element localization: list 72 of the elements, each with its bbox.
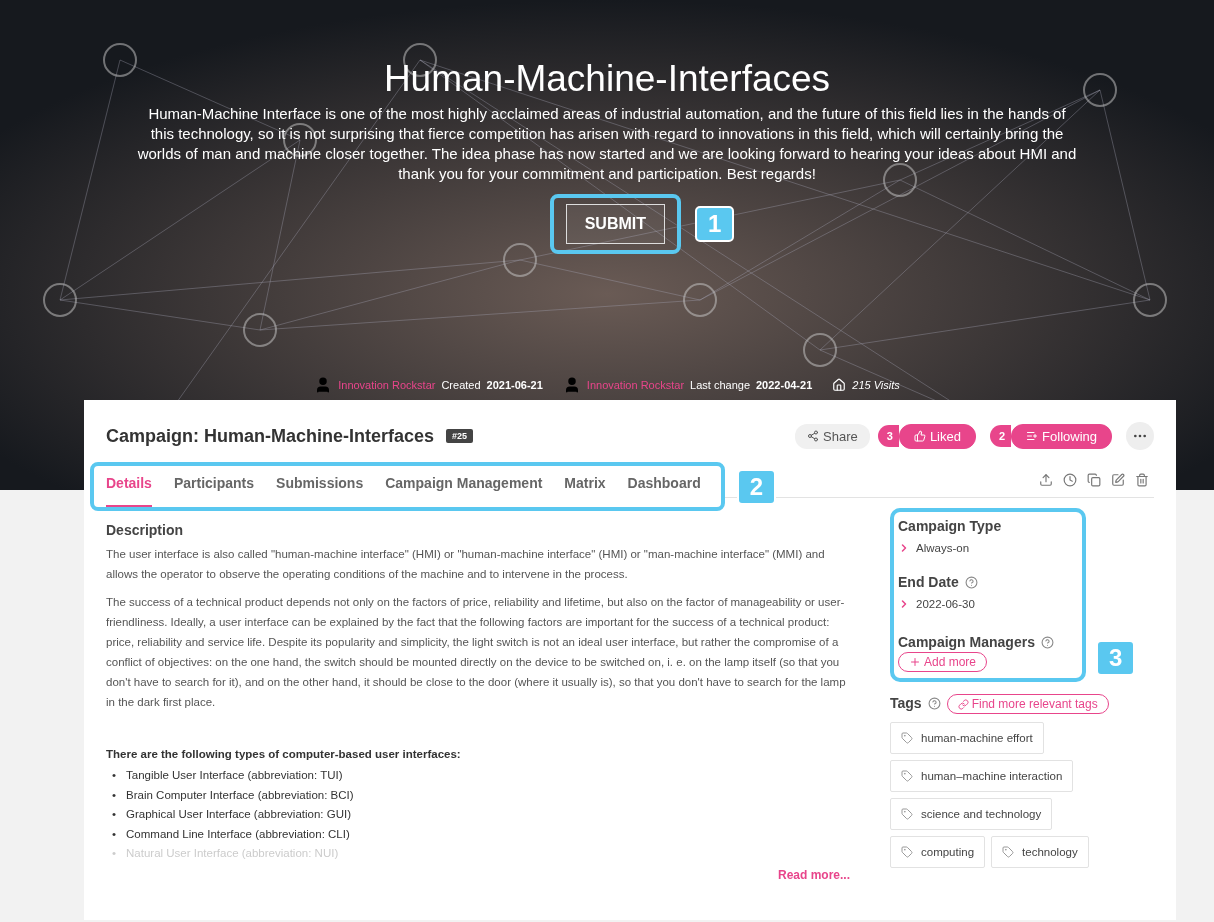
tag-chip[interactable]: human–machine interaction (890, 760, 1074, 792)
tab[interactable]: Dashboard (627, 466, 701, 507)
bullet: • (112, 787, 117, 803)
paragraph: The user interface is also called "human-machine interface" (HMI) or "human-machine interface" (HMI) or "man-machine interface" (MMI) and allows the operator to observe the operating conditions of the machine and to intervene in the process. (106, 547, 826, 582)
clock-icon[interactable] (1063, 472, 1077, 487)
field-value: Always-on (916, 542, 970, 554)
tag-chip[interactable]: science and technology (890, 798, 1053, 830)
tab[interactable]: Matrix (564, 466, 606, 507)
tag-icon (901, 770, 913, 782)
meta-label: Created (441, 379, 481, 391)
house-icon (832, 378, 847, 392)
campaign-number: #25 (446, 429, 474, 443)
link-icon (957, 698, 969, 710)
hero-description: Human-Machine Interface is one of the most highly acclaimed areas of industrial automation, and the future of this field lies in the hands of this technology, so it is not surprising that fierce competition has arisen with regard to innovations in this field, which will certainly bring the worlds of man and machine closer together. The idea phase has now started and we are looking forward to hearing your ideas about HMI and thank you for your commitment and participation. Best regards! (137, 104, 1077, 184)
meta-date: 2022-04-21 (756, 379, 813, 391)
share-icon (807, 430, 820, 442)
add-more-button[interactable]: Add more (898, 652, 988, 672)
help-icon[interactable] (1040, 635, 1054, 649)
field-label: Campaign Managers (898, 634, 1035, 650)
bullet: • (112, 846, 117, 861)
list-item: Command Line Interface (abbreviation: CLI) (126, 826, 350, 842)
plus-icon (909, 656, 921, 668)
tab[interactable]: Details (106, 466, 152, 507)
visits-count: 215 Visits (852, 379, 900, 391)
edit-icon[interactable] (1111, 472, 1125, 487)
more-button[interactable] (1126, 422, 1154, 450)
bullet: • (112, 826, 117, 842)
field-label: End Date (898, 574, 959, 590)
callout-number: 3 (1095, 640, 1136, 676)
callout-number: 1 (695, 206, 735, 242)
submit-button[interactable]: SUBMIT (565, 204, 665, 244)
list-item: Brain Computer Interface (abbreviation: BCI) (126, 787, 354, 803)
list-plus-icon (1026, 430, 1039, 442)
read-more-link[interactable]: Read more... (777, 867, 850, 882)
tag-icon (901, 846, 913, 858)
list-item: Tangible User Interface (abbreviation: TUI) (126, 768, 343, 783)
tab[interactable]: Campaign Management (385, 466, 543, 507)
tag-icon (1002, 846, 1015, 858)
thumbs-up-icon (913, 430, 926, 442)
field-label: Tags (890, 695, 922, 711)
share-button[interactable]: Share (795, 423, 870, 449)
meta-label: Last change (690, 379, 750, 391)
find-tags-button[interactable]: Find more relevant tags (946, 694, 1109, 714)
campaign-title: Campaign: Human-Machine-Interfaces (106, 425, 435, 447)
field-label: Campaign Type (898, 518, 1003, 534)
tag-icon (901, 732, 913, 744)
help-icon[interactable] (927, 696, 941, 710)
tag-icon (901, 808, 913, 820)
tag-chip[interactable]: technology (991, 836, 1089, 868)
bullet: • (112, 807, 117, 822)
tab[interactable]: Submissions (276, 466, 364, 507)
like-count: 3 (877, 425, 899, 447)
follow-count: 2 (989, 425, 1012, 447)
hero-title: Human-Machine-Interfaces (383, 57, 831, 101)
list-heading: There are the following types of computer-based user interfaces: (106, 748, 462, 760)
liked-button[interactable]: Liked (898, 423, 976, 449)
bullet: • (112, 768, 117, 783)
meta-date: 2021-06-21 (486, 379, 543, 391)
author-link[interactable]: Innovation Rockstar (338, 379, 436, 391)
tag-chip[interactable]: human-machine effort (890, 722, 1044, 754)
upload-icon[interactable] (1039, 472, 1053, 487)
list-item: Graphical User Interface (abbreviation: GUI) (126, 807, 351, 822)
trash-icon[interactable] (1135, 472, 1149, 487)
section-heading: Description (106, 522, 184, 538)
tag-chip[interactable]: computing (890, 836, 986, 868)
tab[interactable]: Participants (173, 466, 255, 507)
field-value: 2022-06-30 (916, 598, 975, 610)
callout-number: 2 (736, 468, 777, 505)
following-button[interactable]: Following (1011, 423, 1112, 449)
paragraph: The success of a technical product depends not only on the factors of price, reliability and lifetime, but also on the factor of manageability or user-friendliness. Ideally, a user interface can be explained by the fact that the following factors are important for the success of a technical product: price, reliability and service life. Despite its popularity and simplicity, the light switch is not an ideal user interface, but rather the compromise of a conflict of objectives: on the one hand, the switch should be mounted directly on the device to be switched on, i. e. on the lamp itself (so that you don't have to search for it), and on the other hand, it should be close to the door (where it usually is), so that you don't have to search for the lamp in the dark first place. (106, 595, 847, 710)
help-icon[interactable] (964, 575, 978, 589)
copy-icon[interactable] (1087, 472, 1101, 487)
